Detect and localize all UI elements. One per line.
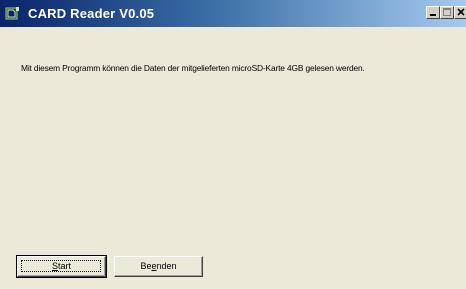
- quit-button[interactable]: Beenden: [114, 256, 203, 277]
- maximize-button[interactable]: [440, 6, 454, 19]
- title-bar[interactable]: CARD Reader V0.05: [0, 0, 466, 27]
- quit-button-label-pre: Be: [140, 261, 152, 271]
- minimize-icon: [430, 14, 436, 16]
- card-reader-icon[interactable]: [5, 6, 20, 21]
- close-icon: [457, 8, 465, 16]
- maximize-icon: [443, 8, 451, 16]
- start-button-label: tart: [58, 261, 72, 271]
- app-window: CARD Reader V0.05 Mit diesem Programm kö…: [0, 0, 466, 289]
- minimize-button[interactable]: [426, 6, 440, 19]
- quit-button-label: nden: [156, 261, 177, 271]
- start-button[interactable]: Start: [16, 255, 107, 278]
- info-message: Mit diesem Programm können die Daten der…: [21, 63, 365, 73]
- close-button[interactable]: [454, 6, 466, 19]
- window-title: CARD Reader V0.05: [28, 6, 155, 21]
